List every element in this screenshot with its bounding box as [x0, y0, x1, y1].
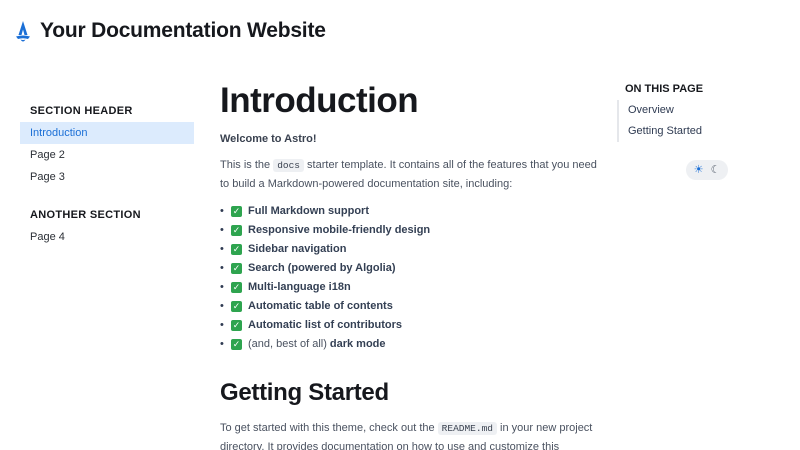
- feature-label: Sidebar navigation: [248, 243, 347, 255]
- bullet-icon: •: [220, 281, 224, 293]
- intro-text: This is the: [220, 159, 274, 171]
- site-header: Your Documentation Website: [0, 0, 800, 62]
- astro-logo-icon[interactable]: [13, 20, 33, 44]
- list-item: • ✓ Multi-language i18n: [220, 278, 600, 297]
- feature-label: Automatic list of contributors: [248, 319, 402, 331]
- check-icon: ✓: [231, 301, 242, 312]
- bullet-icon: •: [220, 338, 224, 350]
- list-item: • ✓ Full Markdown support: [220, 202, 600, 221]
- list-item: • ✓ Sidebar navigation: [220, 240, 600, 259]
- bullet-icon: •: [220, 224, 224, 236]
- check-icon: ✓: [231, 282, 242, 293]
- check-icon: ✓: [231, 320, 242, 331]
- sidebar-item-page-3[interactable]: Page 3: [20, 166, 194, 188]
- list-item: • ✓ Automatic list of contributors: [220, 316, 600, 335]
- toc-list: Overview Getting Started: [617, 100, 787, 142]
- check-icon: ✓: [231, 244, 242, 255]
- bullet-icon: •: [220, 205, 224, 217]
- getting-started-heading: Getting Started: [220, 379, 389, 406]
- inline-code: README.md: [437, 422, 497, 435]
- page-title: Introduction: [220, 81, 419, 120]
- intro-paragraph: This is the docs starter template. It co…: [220, 156, 600, 194]
- inline-code: docs: [273, 159, 304, 172]
- list-item: • ✓ Automatic table of contents: [220, 297, 600, 316]
- check-icon: ✓: [231, 339, 242, 350]
- gs-text: To get started with this theme, check ou…: [220, 422, 438, 434]
- theme-toggle[interactable]: ☀ ☾: [686, 160, 728, 180]
- feature-label: dark mode: [329, 338, 386, 350]
- list-item: • ✓ Search (powered by Algolia): [220, 259, 600, 278]
- sidebar-item-introduction[interactable]: Introduction: [20, 122, 194, 144]
- welcome-text: Welcome to Astro!: [220, 133, 317, 145]
- list-item: • ✓ Responsive mobile-friendly design: [220, 221, 600, 240]
- table-of-contents: ON THIS PAGE Overview Getting Started: [617, 80, 787, 142]
- bullet-icon: •: [220, 243, 224, 255]
- toc-item-overview[interactable]: Overview: [628, 100, 787, 121]
- sidebar-item-page-4[interactable]: Page 4: [20, 226, 194, 248]
- sidebar-section-header: ANOTHER SECTION: [30, 209, 141, 221]
- left-sidebar: SECTION HEADER Introduction Page 2 Page …: [20, 100, 194, 248]
- feature-label: Multi-language i18n: [248, 281, 351, 293]
- toc-title: ON THIS PAGE: [625, 83, 704, 95]
- feature-label: Search (powered by Algolia): [248, 262, 396, 274]
- list-item: • ✓ (and, best of all) dark mode: [220, 335, 600, 354]
- sidebar-item-page-2[interactable]: Page 2: [20, 144, 194, 166]
- feature-label: Responsive mobile-friendly design: [248, 224, 431, 236]
- sun-icon[interactable]: ☀: [694, 164, 704, 176]
- sidebar-section-header: SECTION HEADER: [30, 105, 133, 117]
- getting-started-paragraph: To get started with this theme, check ou…: [220, 419, 600, 450]
- feature-list: • ✓ Full Markdown support • ✓ Responsive mob…: [220, 202, 600, 354]
- docs-page: Your Documentation Website SECTION HEADE…: [0, 0, 800, 450]
- bullet-icon: •: [220, 262, 224, 274]
- check-icon: ✓: [231, 206, 242, 217]
- bullet-icon: •: [220, 319, 224, 331]
- feature-label: Automatic table of contents: [248, 300, 393, 312]
- main-content: Introduction Welcome to Astro! This is t…: [220, 80, 600, 450]
- check-icon: ✓: [231, 263, 242, 274]
- feature-label: Full Markdown support: [248, 205, 369, 217]
- feature-prefix: (and, best of all): [248, 338, 327, 350]
- bullet-icon: •: [220, 300, 224, 312]
- moon-icon[interactable]: ☾: [711, 164, 721, 176]
- site-title[interactable]: Your Documentation Website: [40, 19, 326, 43]
- toc-item-getting-started[interactable]: Getting Started: [628, 121, 787, 142]
- check-icon: ✓: [231, 225, 242, 236]
